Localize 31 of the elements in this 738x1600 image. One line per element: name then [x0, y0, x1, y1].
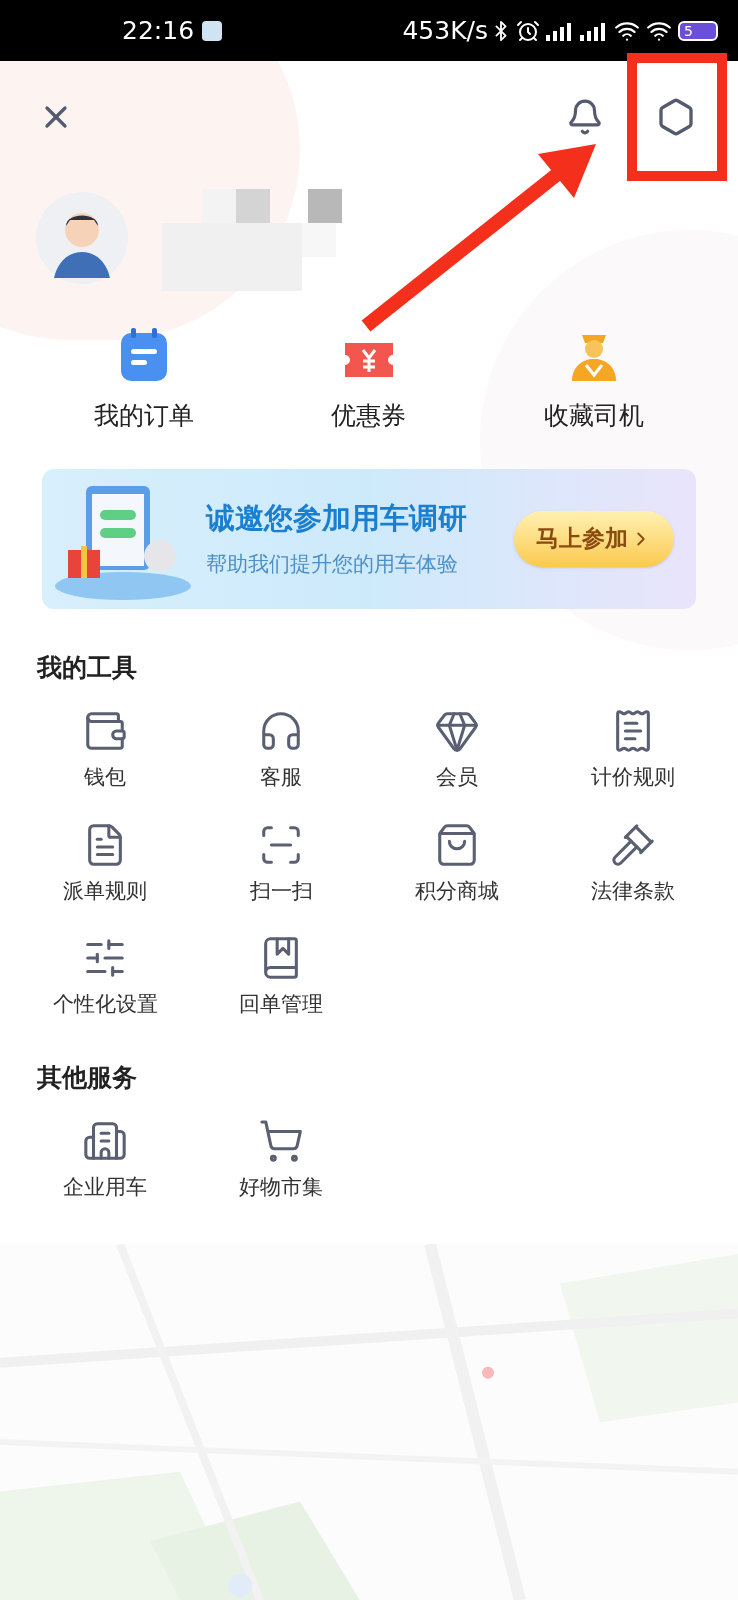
section-title: 我的工具: [37, 651, 137, 684]
gavel-icon: [610, 821, 656, 868]
settings-icon[interactable]: [656, 97, 696, 137]
survey-banner[interactable]: 诚邀您参加用车调研 帮助我们提升您的用车体验 马上参加: [42, 468, 696, 609]
tool-label[interactable]: 回单管理: [239, 989, 323, 1021]
shopping-cart-icon: [258, 1118, 304, 1164]
shortcut-label[interactable]: 收藏司机: [544, 397, 645, 435]
tool-label[interactable]: 个性化设置: [52, 989, 158, 1021]
status-time: 22:16: [122, 14, 195, 47]
notepad-icon: [118, 327, 169, 383]
notification-bell-icon[interactable]: [566, 98, 604, 136]
service-label[interactable]: 好物市集: [239, 1172, 323, 1204]
tool-label[interactable]: 法律条款: [591, 875, 675, 907]
tool-label[interactable]: 钱包: [84, 762, 126, 794]
join-button[interactable]: 马上参加: [514, 510, 674, 567]
shortcut-label[interactable]: 优惠券: [331, 397, 407, 435]
banner-title: 诚邀您参加用车调研: [206, 500, 467, 537]
section-title: 其他服务: [37, 1061, 137, 1094]
tool-label[interactable]: 客服: [260, 762, 302, 794]
app-notification-icon: [202, 20, 223, 41]
banner-subtitle: 帮助我们提升您的用车体验: [206, 550, 459, 578]
shortcut-label[interactable]: 我的订单: [93, 397, 194, 435]
alarm-icon: [516, 18, 540, 43]
network-speed: 453K/s: [402, 14, 488, 47]
tool-label[interactable]: 会员: [436, 762, 478, 794]
tool-label[interactable]: 扫一扫: [249, 875, 313, 907]
tool-label[interactable]: 积分商城: [415, 875, 499, 907]
tool-label[interactable]: 计价规则: [591, 762, 675, 794]
battery-icon: 5: [678, 20, 718, 41]
tool-label[interactable]: 派单规则: [63, 875, 147, 907]
service-label[interactable]: 企业用车: [63, 1172, 147, 1204]
